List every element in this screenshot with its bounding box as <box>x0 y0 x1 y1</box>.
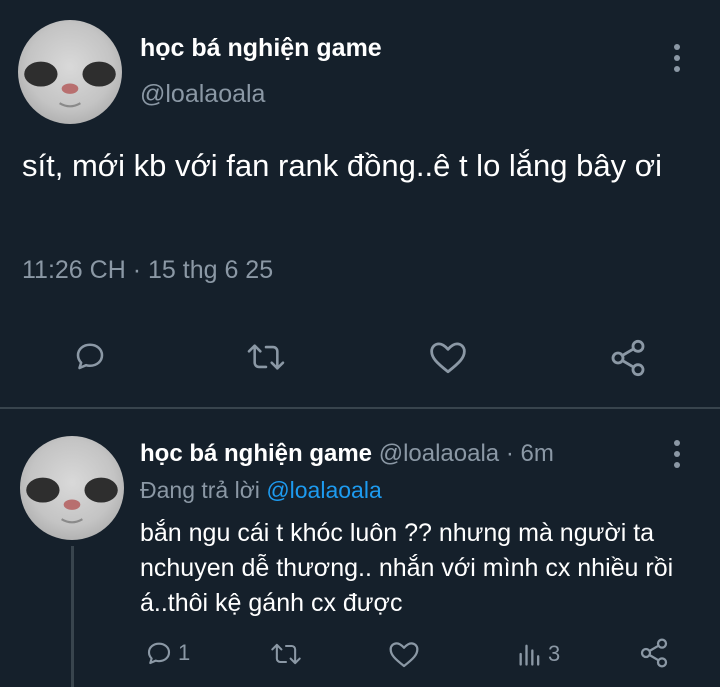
reply-author-name[interactable]: học bá nghiện game <box>140 440 372 467</box>
header-separator: · <box>505 440 514 467</box>
reply-like-button[interactable] <box>388 639 420 669</box>
share-button[interactable] <box>608 338 648 378</box>
reply-reply-button[interactable]: 1 <box>144 638 190 668</box>
reply-share-button[interactable] <box>638 637 670 669</box>
reply-views-button[interactable]: 3 <box>516 640 560 668</box>
reply-button[interactable] <box>72 338 108 374</box>
cat-avatar-image <box>24 61 116 108</box>
tweet-text: sít, mới kb với fan rank đồng..ê t lo lắ… <box>22 148 662 183</box>
divider <box>0 407 720 409</box>
author-handle[interactable]: @loalaoala <box>140 80 265 109</box>
reply-more-options-icon[interactable] <box>674 440 682 473</box>
thread-line <box>71 546 74 687</box>
cat-avatar-image <box>26 477 118 524</box>
tweet-timestamp[interactable]: 11:26 CH · 15 thg 6 25 <box>22 256 273 285</box>
like-icon <box>430 342 466 374</box>
reply-retweet-button[interactable] <box>270 640 302 668</box>
avatar[interactable] <box>18 20 122 124</box>
tweet-time: 11:26 CH <box>22 256 126 284</box>
like-button[interactable] <box>428 339 468 375</box>
retweet-icon <box>271 643 301 665</box>
main-tweet: học bá nghiện game @loalaoala sít, mới k… <box>0 0 720 407</box>
share-icon <box>611 339 645 377</box>
reply-icon <box>76 343 104 370</box>
replying-label: Đang trả lời <box>140 477 260 503</box>
tweet-date: 15 thg 6 25 <box>148 256 274 284</box>
reply-header: học bá nghiện game @loalaoala · 6m <box>140 440 554 468</box>
reply-avatar[interactable] <box>20 436 124 540</box>
retweet-button[interactable] <box>246 340 286 374</box>
more-options-icon[interactable] <box>674 44 682 77</box>
reply-icon <box>147 642 171 665</box>
views-count: 3 <box>548 641 561 666</box>
replying-handle-link[interactable]: @loalaoala <box>266 477 381 503</box>
meta-separator: · <box>132 256 142 284</box>
reply-author-handle[interactable]: @loalaoala <box>379 440 499 467</box>
like-icon <box>389 642 419 668</box>
reply-count: 1 <box>178 640 191 665</box>
reply-time: 6m <box>520 440 554 467</box>
author-name[interactable]: học bá nghiện game <box>140 34 382 63</box>
retweet-icon <box>247 344 285 370</box>
reply-text: bắn ngu cái t khóc luôn ?? nhưng mà ngườ… <box>140 519 674 617</box>
share-icon <box>640 638 668 668</box>
replying-to: Đang trả lời @loalaoala <box>140 477 382 504</box>
analytics-icon <box>519 644 540 666</box>
